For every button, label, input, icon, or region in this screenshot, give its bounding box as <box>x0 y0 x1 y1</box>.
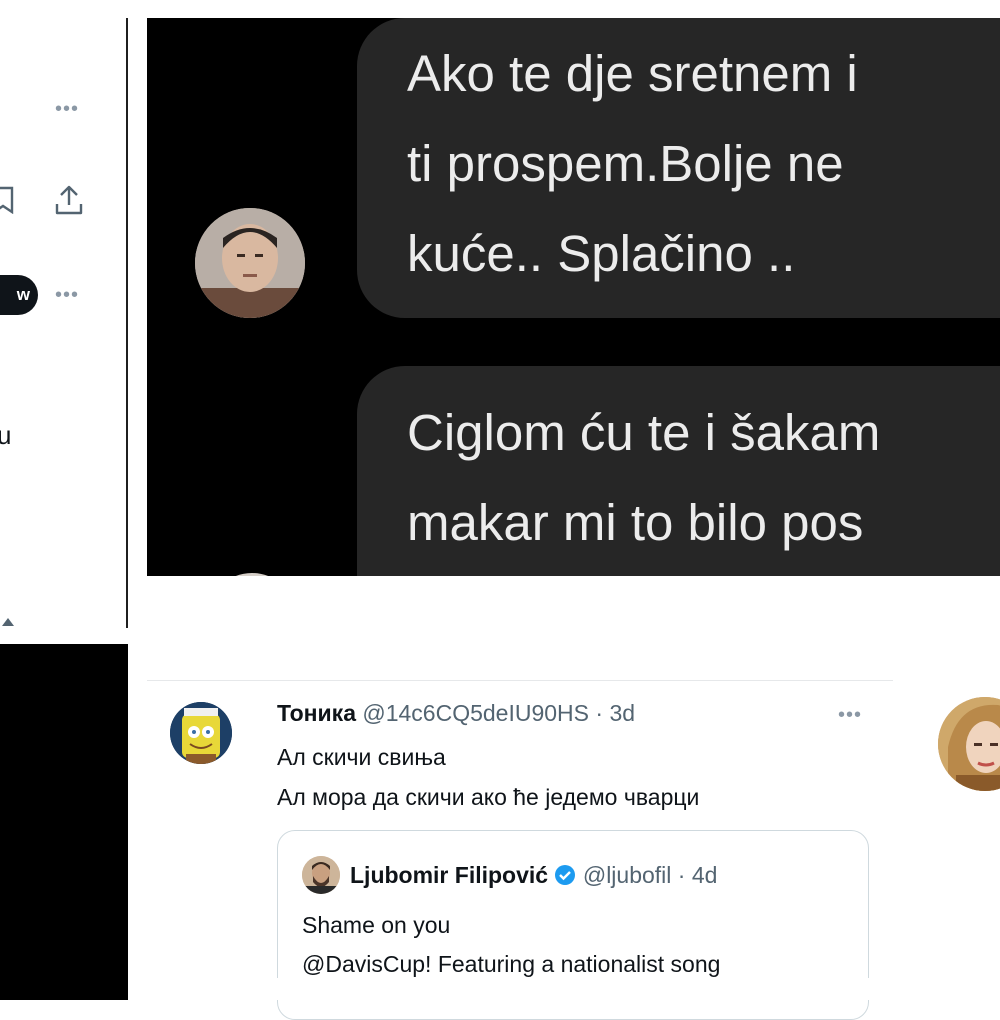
chat-bubble: Ciglom ću te i šakam makar mi to bilo po… <box>357 366 1000 576</box>
chevron-up-icon[interactable] <box>0 614 16 628</box>
more-icon[interactable]: ••• <box>55 99 79 119</box>
bookmark-icon[interactable] <box>0 186 16 219</box>
tweet-header: Тоника @14c6CQ5deIU90HS · 3d <box>277 700 636 726</box>
crop-edge <box>128 978 1000 1000</box>
chat-bubble: Ako te dje sretnem i ti prospem.Bolje ne… <box>357 18 1000 318</box>
share-icon[interactable] <box>54 184 84 221</box>
quote-text-line: Shame on you <box>302 912 451 938</box>
partial-text: u <box>0 420 12 450</box>
more-icon[interactable]: ••• <box>55 285 79 305</box>
verified-badge <box>554 864 576 892</box>
divider <box>126 18 128 628</box>
timestamp[interactable]: 4d <box>692 862 718 888</box>
divider <box>147 680 893 681</box>
left-tweet-column: ••• w ••• u <box>0 0 127 628</box>
avatar[interactable] <box>170 702 232 764</box>
avatar <box>302 856 340 894</box>
display-name[interactable]: Тоника <box>277 700 356 726</box>
quote-header: Ljubomir Filipović @ljubofil · 4d <box>350 862 717 892</box>
tweet-text-line: Ал мора да скичи ако ће једемо чварци <box>277 784 700 810</box>
chat-line: Ciglom ću te i šakam <box>407 404 881 461</box>
tweet-text-line: Ал скичи свиња <box>277 744 446 770</box>
chat-line: makar mi to bilo pos <box>407 494 864 551</box>
more-icon[interactable]: ••• <box>838 705 862 725</box>
avatar[interactable] <box>938 697 1000 791</box>
chat-line: Ako te dje sretnem i <box>407 45 858 102</box>
display-name[interactable]: Ljubomir Filipović <box>350 862 548 888</box>
handle[interactable]: @ljubofil <box>583 862 672 888</box>
quote-text-line: @DavisCup! Featuring a nationalist song <box>302 951 721 977</box>
timestamp[interactable]: 3d <box>609 700 635 726</box>
sender-avatar <box>195 208 305 318</box>
chat-line: ti prospem.Bolje ne <box>407 135 844 192</box>
sender-avatar <box>207 573 297 576</box>
chat-line: kuće.. Splačino .. <box>407 225 796 282</box>
black-panel <box>0 644 128 1000</box>
follow-button[interactable]: w <box>0 275 38 315</box>
handle[interactable]: @14c6CQ5deIU90HS <box>362 700 589 726</box>
chat-screenshot: Ako te dje sretnem i ti prospem.Bolje ne… <box>147 18 1000 576</box>
